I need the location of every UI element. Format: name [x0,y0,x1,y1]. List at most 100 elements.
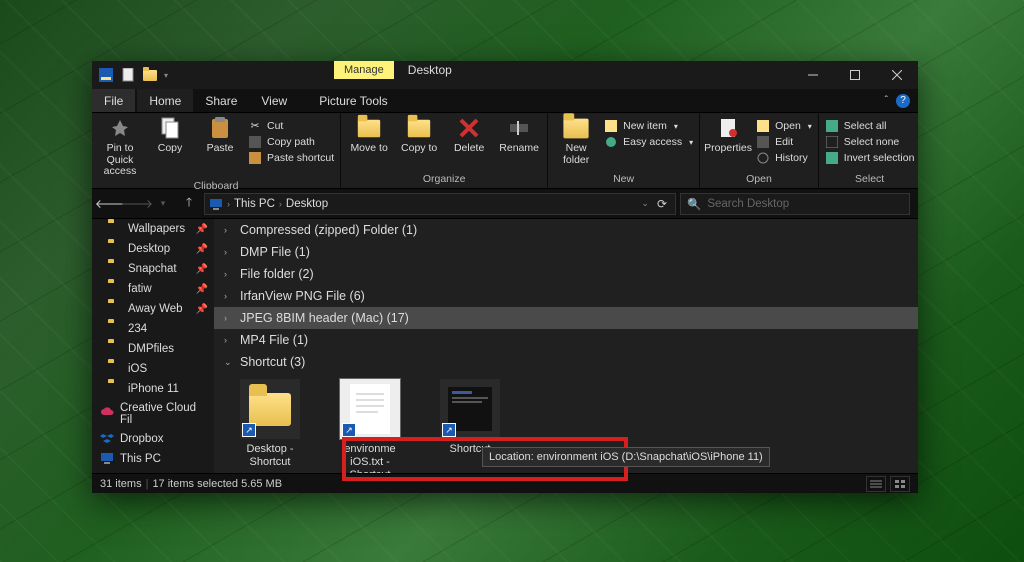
move-to-button[interactable]: Move to [347,115,391,155]
dropbox-icon [100,432,114,446]
sidebar-item-dmpfiles[interactable]: DMPfiles [92,339,214,359]
tab-view[interactable]: View [249,89,299,112]
copy-icon [156,115,184,141]
sidebar-item-dropbox[interactable]: Dropbox [92,429,214,449]
select-none-button[interactable]: Select none [825,135,915,149]
paste-button[interactable]: Paste [198,115,242,155]
group-file-folder[interactable]: ›File folder (2) [214,263,918,285]
sidebar-item-3d-objects[interactable]: 3D Objects [92,469,214,473]
view-details-button[interactable] [866,476,886,492]
pin-icon [106,115,134,141]
select-all-button[interactable]: Select all [825,119,915,133]
delete-icon [455,115,483,141]
tab-share[interactable]: Share [193,89,249,112]
new-item-button[interactable]: New item▾ [604,119,693,133]
sidebar-item-wallpapers[interactable]: Wallpapers📌 [92,219,214,239]
paste-icon [206,115,234,141]
qat-folder-icon[interactable] [142,67,158,83]
qat-dropdown-icon[interactable]: ▾ [164,71,168,80]
search-box[interactable]: 🔍 Search Desktop [680,193,910,215]
history-icon [756,151,770,165]
address-dropdown-icon[interactable]: ⌄ [641,198,649,209]
file-environment-txt-shortcut[interactable]: ↗ environme iOS.txt - Shortcut [334,379,406,473]
new-folder-button[interactable]: New folder [554,115,598,166]
select-none-icon [825,135,839,149]
file-list-pane[interactable]: ›Compressed (zipped) Folder (1) ›DMP Fil… [214,219,918,473]
file-desktop-shortcut[interactable]: ↗ Desktop - Shortcut [234,379,306,473]
history-button[interactable]: History [756,151,812,165]
invert-icon [825,151,839,165]
tab-file[interactable]: File [92,89,135,112]
crumb-desktop[interactable]: Desktop [286,198,328,210]
pc-icon [100,452,114,466]
ribbon-collapse-icon[interactable]: ˆ [885,95,888,106]
group-shortcut[interactable]: ⌄Shortcut (3) [214,351,918,373]
pin-icon: 📌 [196,244,208,255]
sidebar-item-this-pc[interactable]: This PC [92,449,214,469]
group-irfanview[interactable]: ›IrfanView PNG File (6) [214,285,918,307]
group-mp4[interactable]: ›MP4 File (1) [214,329,918,351]
copy-path-button[interactable]: Copy path [248,135,334,149]
easy-access-button[interactable]: Easy access▾ [604,135,693,149]
qat-properties-icon[interactable] [120,67,136,83]
crumb-this-pc[interactable]: This PC [234,198,275,210]
rename-button[interactable]: Rename [497,115,541,155]
view-thumbnails-button[interactable] [890,476,910,492]
sidebar-item-creative-cloud[interactable]: Creative Cloud Fil [92,399,214,429]
rename-icon [505,115,533,141]
group-organize-label: Organize [347,171,541,188]
recent-dropdown[interactable]: ▾ [152,193,174,215]
sidebar-item-iphone11[interactable]: iPhone 11 [92,379,214,399]
sidebar-item-away-web[interactable]: Away Web📌 [92,299,214,319]
open-button[interactable]: Open▾ [756,119,812,133]
sidebar-item-ios[interactable]: iOS [92,359,214,379]
status-item-count: 31 items [100,478,142,490]
sidebar-item-snapchat[interactable]: Snapchat📌 [92,259,214,279]
forward-button[interactable]: 🡒 [126,193,148,215]
select-all-icon [825,119,839,133]
invert-selection-button[interactable]: Invert selection [825,151,915,165]
navigation-pane[interactable]: Wallpapers📌 Desktop📌 Snapchat📌 fatiw📌 Aw… [92,219,214,473]
tab-home[interactable]: Home [137,89,193,112]
paste-shortcut-button[interactable]: Paste shortcut [248,151,334,165]
pin-icon: 📌 [196,304,208,315]
minimize-button[interactable] [792,61,834,89]
tab-picture-tools[interactable]: Picture Tools [307,89,399,112]
properties-icon [714,115,742,141]
ribbon: Pin to Quick access Copy Paste ✂Cut Copy… [92,113,918,189]
new-folder-icon [562,115,590,141]
easy-access-icon [604,135,618,149]
up-button[interactable]: 🡑 [178,193,200,215]
group-dmp[interactable]: ›DMP File (1) [214,241,918,263]
explorer-window: ▾ Manage Desktop File Home Share View Pi… [92,61,918,493]
cloud-icon [100,407,114,421]
address-bar[interactable]: › This PC › Desktop ⌄ ⟳ [204,193,676,215]
pin-quick-access-button[interactable]: Pin to Quick access [98,115,142,178]
refresh-icon[interactable]: ⟳ [653,197,671,211]
copy-to-button[interactable]: Copy to [397,115,441,155]
delete-button[interactable]: Delete [447,115,491,155]
open-icon [756,119,770,133]
cut-button[interactable]: ✂Cut [248,119,334,133]
new-item-icon [604,119,618,133]
sidebar-item-desktop[interactable]: Desktop📌 [92,239,214,259]
pc-icon [209,198,223,210]
search-icon: 🔍 [687,197,701,211]
sidebar-item-234[interactable]: 234 [92,319,214,339]
copy-button[interactable]: Copy [148,115,192,155]
help-icon[interactable]: ? [896,94,910,108]
maximize-button[interactable] [834,61,876,89]
group-zipped[interactable]: ›Compressed (zipped) Folder (1) [214,219,918,241]
shortcut-overlay-icon: ↗ [442,423,456,437]
close-button[interactable] [876,61,918,89]
properties-button[interactable]: Properties [706,115,750,155]
back-button[interactable]: 🡐 [100,193,122,215]
edit-button[interactable]: Edit [756,135,812,149]
search-placeholder: Search Desktop [707,198,789,210]
copy-path-icon [248,135,262,149]
shortcut-overlay-icon: ↗ [342,423,356,437]
group-jpeg-8bim[interactable]: ›JPEG 8BIM header (Mac) (17) [214,307,918,329]
paste-shortcut-icon [248,151,262,165]
contextual-tab-manage[interactable]: Manage [334,61,394,79]
sidebar-item-fatiw[interactable]: fatiw📌 [92,279,214,299]
